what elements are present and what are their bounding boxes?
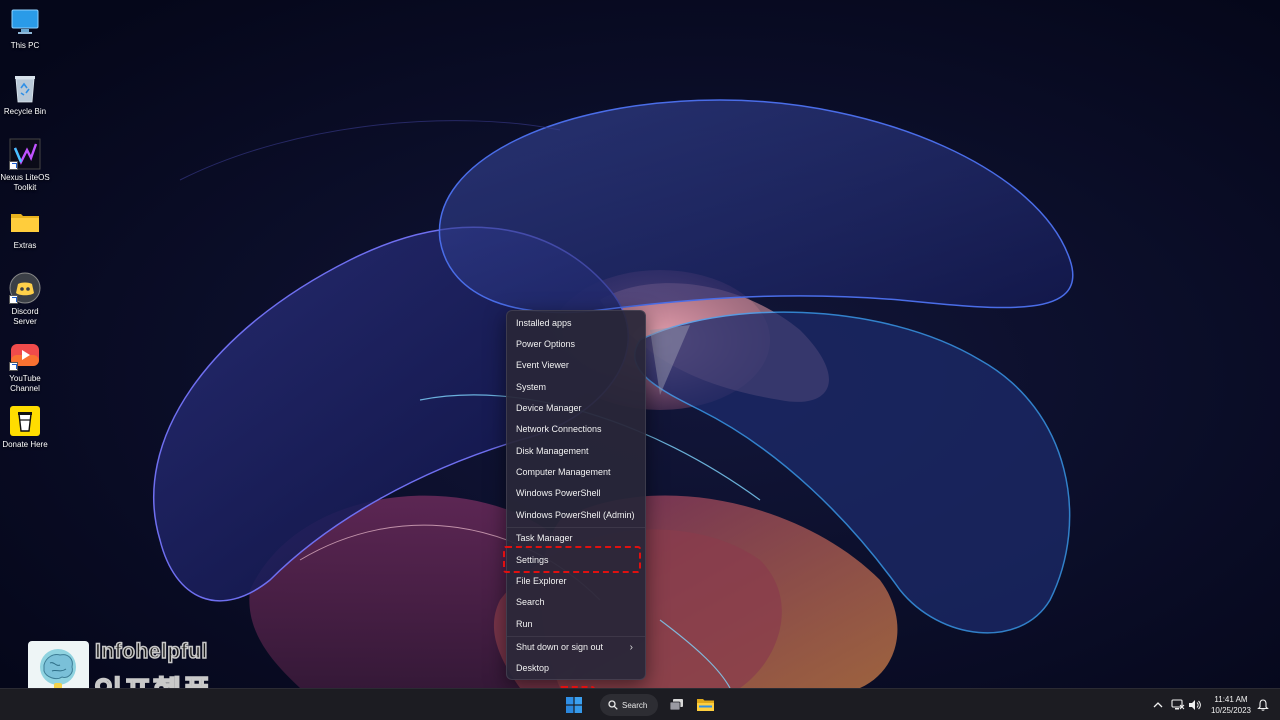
menu-item-event-viewer[interactable]: Event Viewer (511, 355, 641, 375)
volume-icon[interactable] (1187, 698, 1201, 712)
menu-item-label: Network Connections (516, 424, 602, 434)
menu-item-computer-management[interactable]: Computer Management (511, 462, 641, 482)
menu-item-power-options[interactable]: Power Options (511, 334, 641, 354)
task-view-button[interactable] (669, 697, 685, 713)
menu-item-disk-management[interactable]: Disk Management (511, 441, 641, 461)
menu-item-label: Disk Management (516, 446, 589, 456)
menu-item-label: File Explorer (516, 576, 567, 586)
file-explorer-taskbar-button[interactable] (697, 697, 714, 713)
desktop-icon-youtube-channel[interactable]: YouTube Channel (0, 339, 50, 394)
search-label: Search (622, 700, 648, 710)
menu-item-label: Computer Management (516, 467, 611, 477)
watermark-text-en: Infohelpful (94, 639, 208, 664)
search-icon (608, 700, 618, 710)
desktop-icon-donate-here[interactable]: Donate Here (0, 405, 50, 450)
menu-item-label: Power Options (516, 339, 576, 349)
menu-item-system[interactable]: System (511, 377, 641, 397)
folder-icon (9, 206, 41, 238)
desktop-icon-label: Donate Here (2, 440, 48, 449)
youtube-icon (9, 339, 41, 371)
chevron-right-icon: › (629, 641, 633, 653)
monitor-icon (9, 6, 41, 38)
desktop-icon-recycle-bin[interactable]: Recycle Bin (0, 72, 50, 117)
desktop-icon-label: Recycle Bin (3, 107, 47, 116)
chevron-up-icon[interactable] (1151, 698, 1165, 712)
menu-item-label: Task Manager (516, 533, 573, 543)
clock-time: 11:41 AM (1214, 695, 1248, 704)
menu-item-network-connections[interactable]: Network Connections (511, 419, 641, 439)
desktop-icon-label: Discord Server (11, 307, 39, 326)
recycle-bin-icon (9, 72, 41, 104)
winx-context-menu: Installed apps Power Options Event Viewe… (506, 310, 646, 680)
desktop-icon-label: YouTube Channel (9, 374, 41, 393)
notification-bell-icon[interactable] (1256, 698, 1270, 712)
menu-item-label: Desktop (516, 663, 550, 673)
start-button[interactable] (566, 697, 582, 713)
menu-item-label: System (516, 382, 547, 392)
desktop-icon-this-pc[interactable]: This PC (0, 6, 50, 51)
menu-item-windows-powershell-admin[interactable]: Windows PowerShell (Admin) (511, 505, 641, 525)
menu-item-shut-down-or-sign-out[interactable]: Shut down or sign out › (511, 637, 641, 657)
menu-item-label: Windows PowerShell (Admin) (516, 510, 635, 520)
network-icon[interactable] (1171, 698, 1185, 712)
menu-item-desktop[interactable]: Desktop (511, 658, 641, 678)
menu-item-installed-apps[interactable]: Installed apps (511, 313, 641, 333)
menu-item-run[interactable]: Run (511, 614, 641, 634)
task-view-icon (669, 699, 683, 711)
menu-item-search[interactable]: Search (511, 592, 641, 612)
clock-date: 10/25/2023 (1210, 706, 1252, 715)
taskbar: Search 11:41 AM 10/25/2023 (0, 688, 1280, 720)
menu-item-label: Device Manager (516, 403, 582, 413)
file-explorer-icon (697, 699, 714, 711)
desktop-icon-nexus-liteos-toolkit[interactable]: Nexus LiteOS Toolkit (0, 138, 50, 193)
desktop-icon-label: This PC (10, 41, 40, 50)
desktop-icon-discord-server[interactable]: Discord Server (0, 272, 50, 327)
menu-item-label: Search (516, 597, 545, 607)
menu-item-label: Run (516, 619, 533, 629)
menu-item-device-manager[interactable]: Device Manager (511, 398, 641, 418)
taskbar-search-box[interactable]: Search (600, 694, 658, 716)
desktop-icon-label: Extras (13, 241, 37, 250)
menu-item-label: Windows PowerShell (516, 488, 601, 498)
menu-item-label: Event Viewer (516, 360, 569, 370)
taskbar-clock[interactable]: 11:41 AM 10/25/2023 (1205, 694, 1257, 716)
desktop-icon-label: Nexus LiteOS Toolkit (0, 173, 50, 192)
settings-highlight-box (503, 546, 641, 573)
coffee-cup-icon (9, 405, 41, 437)
discord-icon (9, 272, 41, 304)
menu-item-label: Shut down or sign out (516, 642, 604, 652)
nexus-toolkit-icon (9, 138, 41, 170)
menu-item-windows-powershell[interactable]: Windows PowerShell (511, 483, 641, 503)
menu-item-file-explorer[interactable]: File Explorer (511, 571, 641, 591)
menu-item-task-manager[interactable]: Task Manager (511, 528, 641, 548)
menu-item-label: Installed apps (516, 318, 572, 328)
desktop-icon-extras[interactable]: Extras (0, 206, 50, 251)
windows-logo-icon (566, 697, 582, 713)
